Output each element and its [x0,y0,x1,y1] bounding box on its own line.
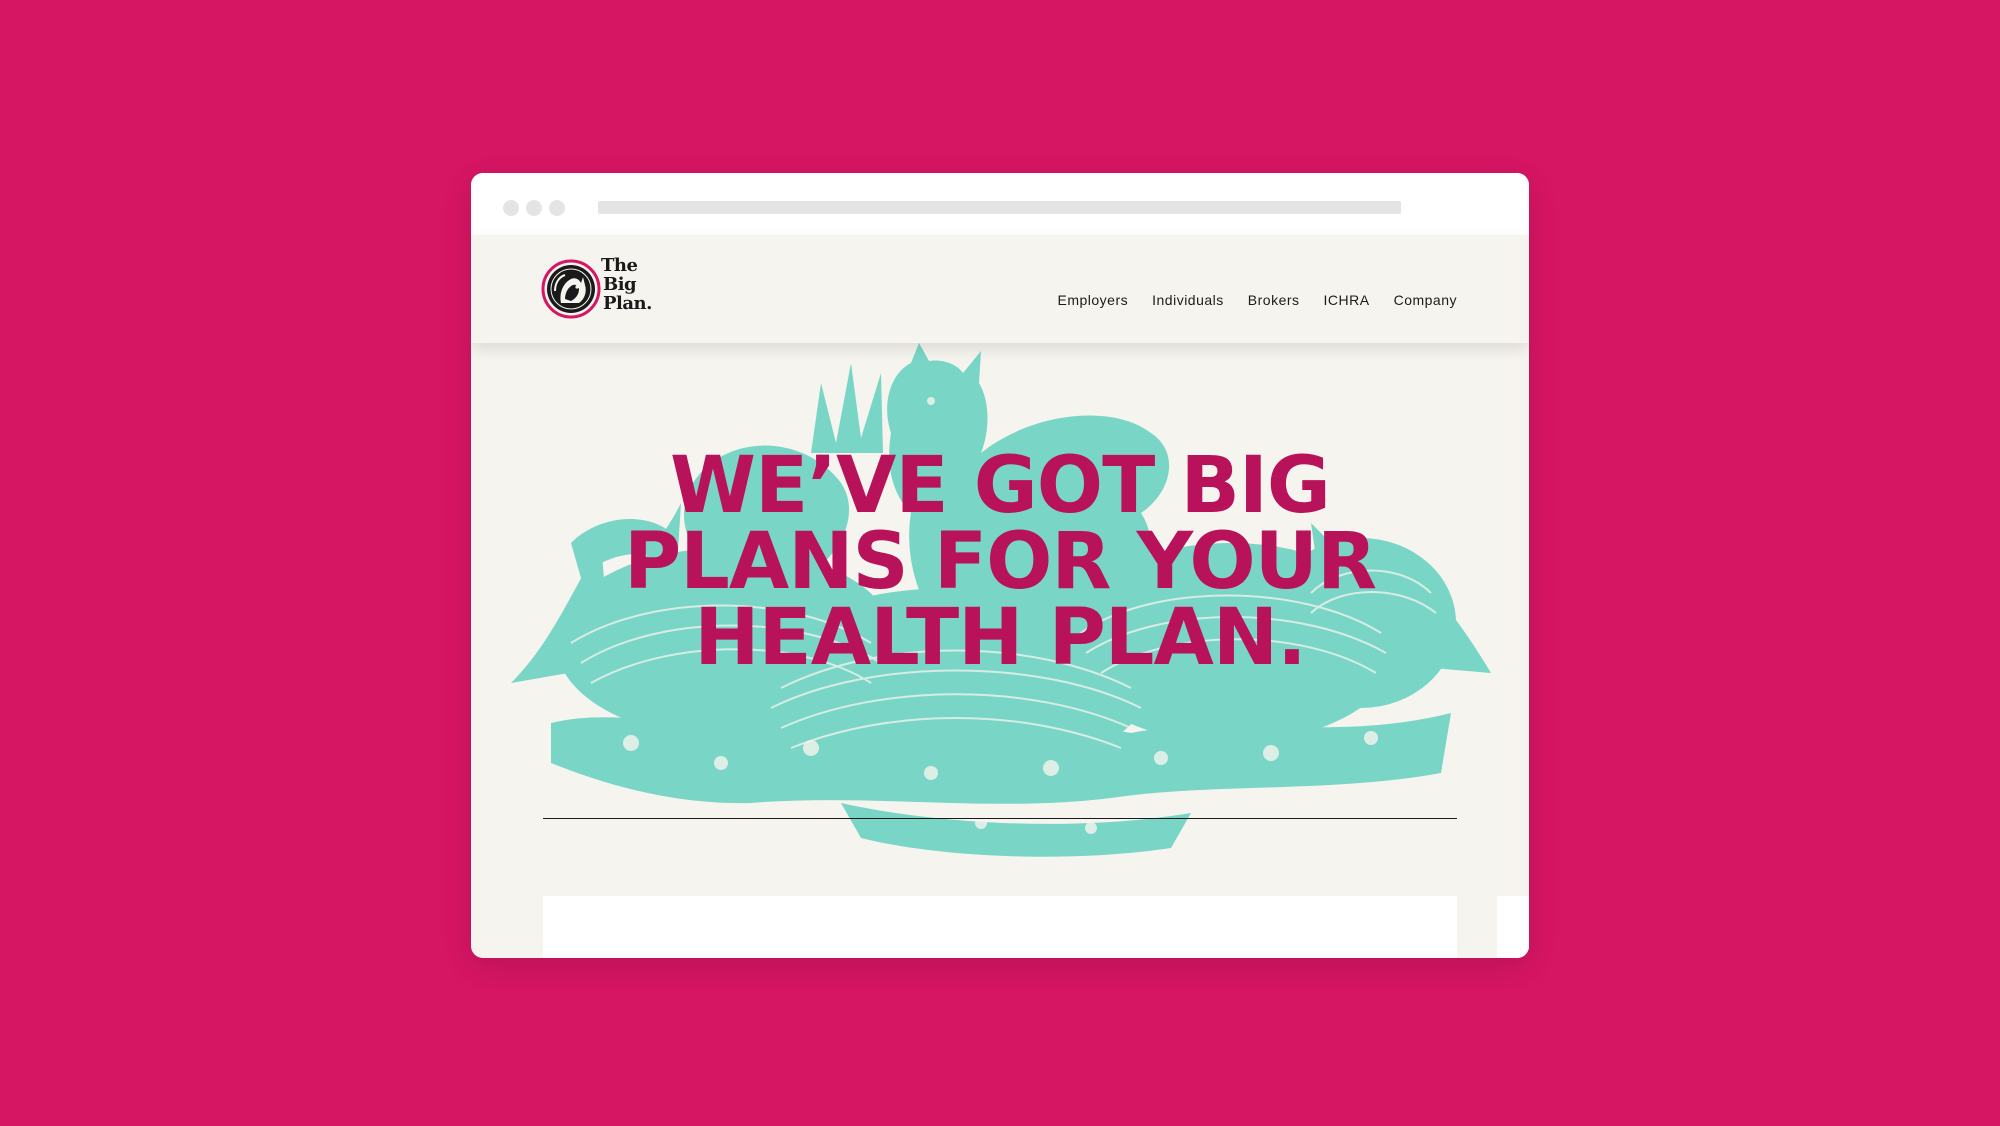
site-header: The Big Plan. Employers Individuals Brok… [471,235,1529,343]
address-bar[interactable] [598,201,1401,214]
section-divider [543,818,1457,819]
headline-line-1: WE’VE GOT BIG [670,441,1331,531]
squirrel-badge-icon [541,259,601,319]
main-nav: Employers Individuals Brokers ICHRA Comp… [1057,292,1457,308]
browser-chrome [471,173,1529,235]
nav-employers[interactable]: Employers [1057,292,1128,308]
nav-company[interactable]: Company [1394,292,1457,308]
content-card-peek [1497,896,1529,958]
logo-word-2: Big [603,274,637,295]
logo-word-1: The [601,255,638,276]
hero-section: WE’VE GOT BIG PLANS FOR YOUR HEALTH PLAN… [471,343,1529,857]
window-maximize-button[interactable] [549,200,565,216]
window-close-button[interactable] [503,200,519,216]
hero-headline: WE’VE GOT BIG PLANS FOR YOUR HEALTH PLAN… [471,441,1529,683]
logo-word-3: Plan. [603,293,652,314]
nav-individuals[interactable]: Individuals [1152,292,1224,308]
headline-line-2: PLANS FOR YOUR [623,517,1377,607]
window-minimize-button[interactable] [526,200,542,216]
content-card [543,896,1457,958]
browser-window: The Big Plan. Employers Individuals Brok… [471,173,1529,958]
nav-ichra[interactable]: ICHRA [1324,292,1370,308]
site-logo[interactable]: The Big Plan. [541,256,671,324]
nav-brokers[interactable]: Brokers [1248,292,1300,308]
logo-wordmark: The Big Plan. [601,256,675,313]
headline-line-3: HEALTH PLAN. [694,593,1307,683]
